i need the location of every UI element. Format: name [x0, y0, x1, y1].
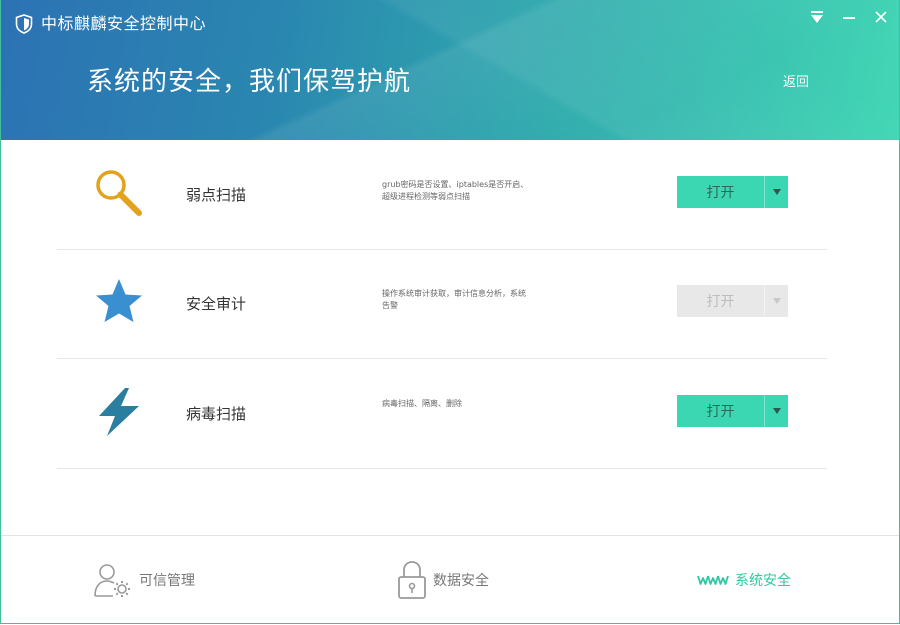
feature-row-vulnerability-scan: 弱点扫描 grub密码是否设置、iptables是否开启、超级进程检测等弱点扫描… — [57, 140, 827, 250]
banner-title: 系统的安全，我们保驾护航 — [87, 67, 412, 97]
star-icon — [96, 279, 142, 322]
bottom-nav: 可信管理 数据安全 系统安全 — [1, 535, 899, 623]
minimize-icon — [843, 17, 855, 19]
lock-icon — [398, 561, 426, 599]
lightning-icon — [99, 388, 139, 436]
caret-down-icon — [772, 298, 781, 304]
open-button-label: 打开 — [677, 285, 764, 317]
nav-label: 可信管理 — [139, 573, 195, 589]
user-gear-icon — [94, 564, 130, 597]
nav-label: 系统安全 — [735, 573, 791, 589]
menu-button[interactable] — [803, 6, 831, 28]
magnifier-icon — [96, 170, 142, 216]
shield-logo-icon — [15, 14, 33, 34]
www-icon — [697, 575, 729, 585]
feature-name: 病毒扫描 — [186, 405, 247, 423]
dropdown-toggle[interactable] — [765, 395, 788, 427]
feature-description: 病毒扫描、隔离、删除 — [382, 399, 462, 408]
feature-name: 弱点扫描 — [186, 186, 247, 204]
window-title: 中标麒麟安全控制中心 — [41, 14, 207, 33]
feature-description: 操作系统审计获取，审计信息分析，系统告警 — [382, 289, 526, 310]
open-button-disabled: 打开 — [677, 285, 788, 317]
feature-name: 安全审计 — [186, 295, 247, 313]
caret-down-icon — [772, 189, 781, 195]
dropdown-toggle[interactable] — [765, 176, 788, 208]
back-link[interactable]: 返回 — [783, 71, 809, 90]
feature-row-security-audit: 安全审计 操作系统审计获取，审计信息分析，系统告警 打开 — [57, 249, 827, 359]
menu-down-icon — [811, 11, 823, 23]
open-button-label[interactable]: 打开 — [677, 395, 764, 427]
open-button[interactable]: 打开 — [677, 176, 788, 208]
open-button[interactable]: 打开 — [677, 395, 788, 427]
open-button-label[interactable]: 打开 — [677, 176, 764, 208]
nav-data-security[interactable]: 数据安全 — [397, 560, 489, 600]
caret-down-icon — [772, 408, 781, 414]
window-controls — [803, 6, 895, 28]
feature-row-virus-scan: 病毒扫描 病毒扫描、隔离、删除 打开 — [57, 359, 827, 469]
close-icon — [875, 11, 887, 23]
nav-system-security[interactable]: 系统安全 — [697, 560, 791, 600]
header-banner: 中标麒麟安全控制中心 系统的安全，我们保驾护航 返回 — [1, 0, 899, 140]
minimize-button[interactable] — [835, 6, 863, 28]
app-window: 中标麒麟安全控制中心 系统的安全，我们保驾护航 返回 弱点扫描 grub密码是否… — [0, 0, 900, 624]
close-button[interactable] — [867, 6, 895, 28]
nav-trusted-management[interactable]: 可信管理 — [93, 560, 195, 600]
dropdown-toggle — [765, 285, 788, 317]
nav-label: 数据安全 — [433, 573, 489, 589]
feature-description: grub密码是否设置、iptables是否开启、超级进程检测等弱点扫描 — [382, 180, 529, 201]
